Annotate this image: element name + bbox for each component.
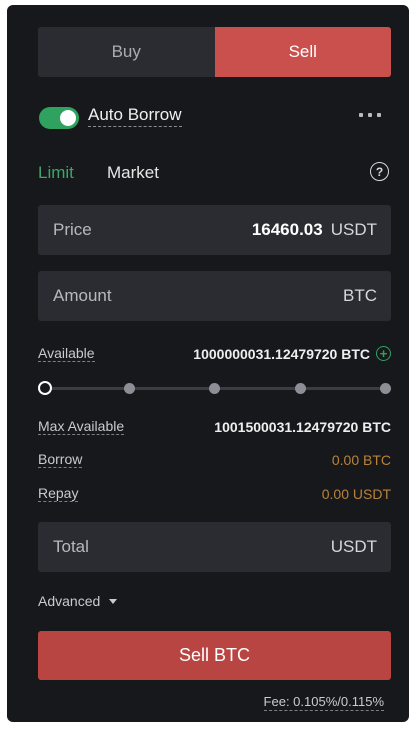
- borrow-row: Borrow 0.00 BTC: [38, 451, 391, 468]
- fee-info[interactable]: Fee: 0.105%/0.115%: [263, 694, 384, 711]
- price-value[interactable]: 16460.03: [252, 220, 323, 240]
- buy-tab[interactable]: Buy: [38, 27, 215, 77]
- amount-label: Amount: [53, 286, 112, 305]
- price-unit: USDT: [330, 220, 377, 239]
- auto-borrow-toggle[interactable]: [39, 107, 79, 129]
- auto-borrow-label[interactable]: Auto Borrow: [88, 105, 182, 127]
- slider-stop-25[interactable]: [124, 383, 135, 394]
- sell-btc-button[interactable]: Sell BTC: [38, 631, 391, 680]
- total-input[interactable]: Total USDT: [38, 522, 391, 572]
- tab-market[interactable]: Market: [107, 163, 159, 183]
- slider-thumb[interactable]: [38, 381, 52, 395]
- repay-row: Repay 0.00 USDT: [38, 485, 391, 502]
- amount-unit: BTC: [343, 286, 377, 305]
- slider-stop-75[interactable]: [295, 383, 306, 394]
- side-switch: Buy Sell: [38, 27, 391, 77]
- max-available-row: Max Available 1001500031.12479720 BTC: [38, 418, 391, 435]
- toggle-knob: [60, 110, 76, 126]
- advanced-dropdown[interactable]: Advanced: [38, 593, 118, 609]
- max-available-value: 1001500031.12479720 BTC: [214, 418, 391, 435]
- borrow-label: Borrow: [38, 451, 83, 468]
- help-icon[interactable]: ?: [370, 162, 389, 181]
- price-label: Price: [53, 220, 92, 239]
- slider-stop-50[interactable]: [209, 383, 220, 394]
- caret-down-icon: [109, 598, 118, 604]
- transfer-plus-icon[interactable]: +: [376, 346, 391, 361]
- max-available-label: Max Available: [38, 418, 125, 435]
- price-input[interactable]: Price 16460.03 USDT: [38, 205, 391, 255]
- available-label: Available: [38, 345, 95, 362]
- more-options-icon[interactable]: [359, 113, 381, 117]
- sell-tab[interactable]: Sell: [214, 27, 391, 77]
- trade-panel: Buy Sell Auto Borrow Limit Market ? Pric…: [7, 5, 409, 722]
- amount-slider[interactable]: [38, 381, 391, 395]
- available-row: Available 1000000031.12479720 BTC +: [38, 345, 391, 362]
- repay-value: 0.00 USDT: [321, 485, 391, 502]
- available-value: 1000000031.12479720 BTC: [193, 345, 370, 362]
- total-unit: USDT: [330, 537, 377, 556]
- slider-stop-100[interactable]: [380, 383, 391, 394]
- repay-label: Repay: [38, 485, 79, 502]
- tab-limit[interactable]: Limit: [38, 163, 74, 183]
- advanced-label: Advanced: [38, 593, 101, 609]
- borrow-value: 0.00 BTC: [331, 451, 391, 468]
- amount-input[interactable]: Amount BTC: [38, 271, 391, 321]
- total-label: Total: [53, 537, 89, 556]
